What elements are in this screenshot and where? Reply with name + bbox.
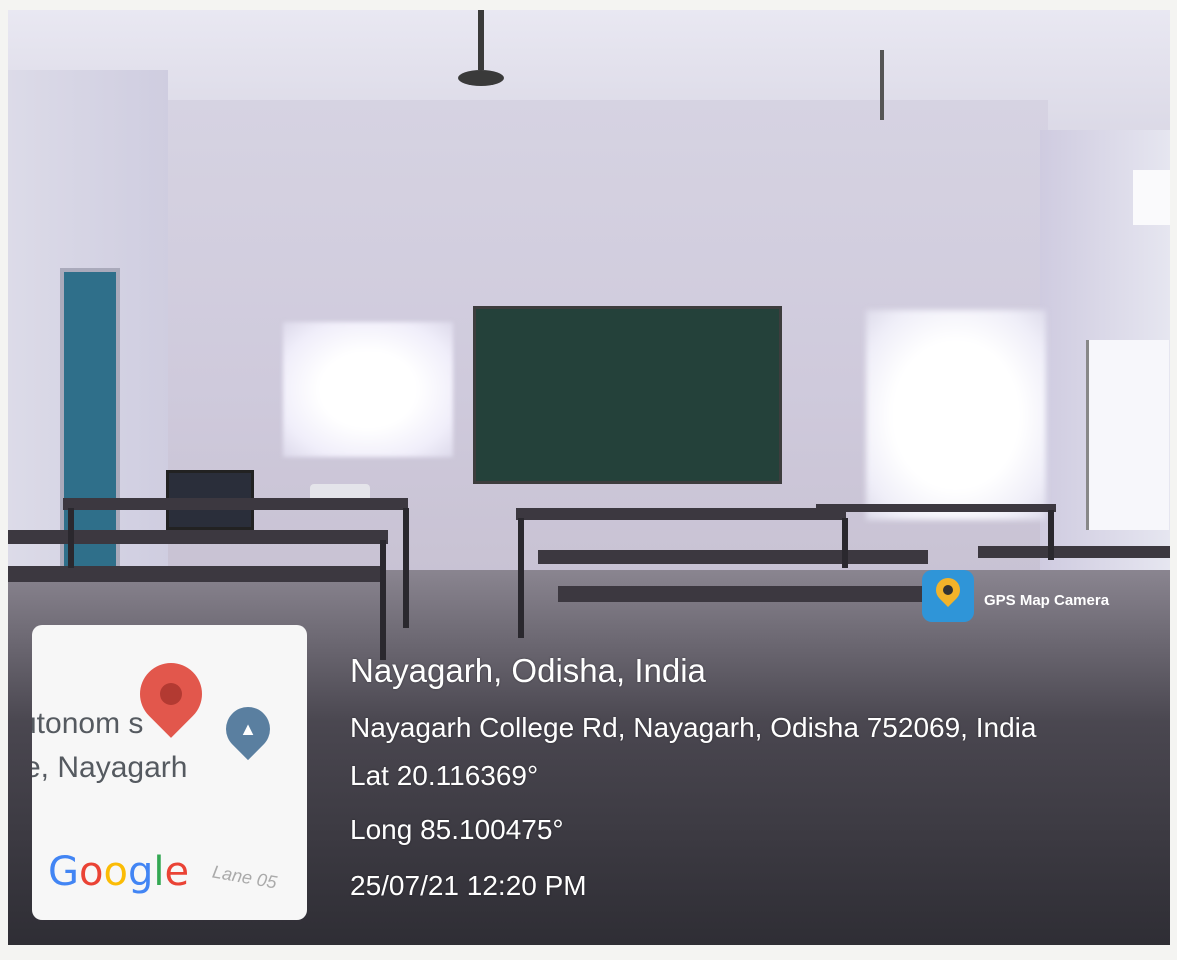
map-thumbnail: utonom s e, Nayagarh ▲ Lane 05 Google <box>32 625 307 920</box>
badge-label: GPS Map Camera <box>984 592 1110 609</box>
google-logo-letter: g <box>127 849 154 895</box>
map-place-label: utonom s <box>32 707 144 740</box>
bench-leg <box>403 508 409 628</box>
graduation-cap-icon: ▲ <box>239 719 257 739</box>
blackboard <box>473 306 782 484</box>
gps-map-camera-icon <box>922 570 974 622</box>
hanging-light <box>880 50 884 120</box>
ceiling-fan-rod <box>478 10 484 70</box>
google-logo-letter: o <box>103 849 128 895</box>
bench <box>63 498 408 510</box>
bench-leg <box>1048 510 1054 560</box>
window-glare <box>866 310 1046 520</box>
right-window <box>1086 340 1169 530</box>
bench <box>516 508 846 520</box>
google-logo-letter: e <box>164 849 190 895</box>
pin-dot <box>943 585 953 595</box>
location-city: Nayagarh, Odisha, India <box>350 652 706 689</box>
timestamp: 25/07/21 12:20 PM <box>350 870 587 901</box>
location-address: Nayagarh College Rd, Nayagarh, Odisha 75… <box>350 712 1037 743</box>
bench <box>8 566 383 582</box>
longitude: Long 85.100475° <box>350 814 564 845</box>
map-place-label: e, Nayagarh <box>32 751 188 784</box>
bench-leg <box>380 540 386 660</box>
google-logo-letter: o <box>79 849 104 895</box>
location-pin-center <box>160 683 182 705</box>
bench-leg <box>68 508 74 568</box>
bench <box>978 546 1170 558</box>
upper-window <box>1133 170 1170 225</box>
bench <box>8 530 388 544</box>
map-road-label: Lane 05 <box>210 861 279 893</box>
google-logo: Google <box>48 849 189 895</box>
bench-leg <box>518 518 524 638</box>
ceiling-fan <box>458 70 504 86</box>
bench <box>558 586 928 602</box>
google-logo-letter: l <box>153 849 165 895</box>
gps-map-camera-badge: GPS Map Camera <box>922 570 1132 626</box>
bench-leg <box>842 518 848 568</box>
bench <box>538 550 928 564</box>
latitude: Lat 20.116369° <box>350 760 539 791</box>
projection-light <box>283 322 453 457</box>
google-logo-letter: G <box>48 849 79 895</box>
bench <box>816 504 1056 512</box>
